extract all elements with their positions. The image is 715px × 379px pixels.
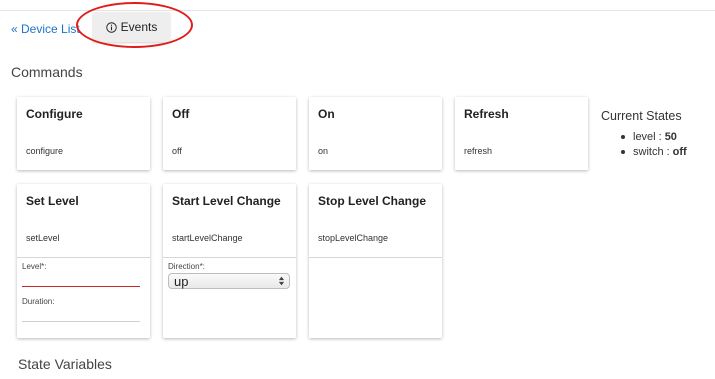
command-card-configure[interactable]: Configure configure [17,97,150,170]
state-separator: : [658,130,662,143]
state-item-level: level : 50 [621,129,687,144]
command-header[interactable]: Off off [163,97,296,170]
command-header[interactable]: Stop Level Change stopLevelChange [309,184,442,257]
up-down-arrows-icon [278,276,285,286]
info-circle-icon [105,21,117,33]
command-method: setLevel [26,233,60,243]
command-params: Level*: Duration: [17,258,150,338]
command-name: Off [172,107,190,121]
command-params: Direction*: up [163,258,296,338]
command-card-set-level: Set Level setLevel Level*: Duration: [17,184,150,338]
duration-field-label: Duration: [22,297,55,306]
command-card-on[interactable]: On on [309,97,442,170]
command-card-stop-level-change: Stop Level Change stopLevelChange [309,184,442,338]
command-header[interactable]: On on [309,97,442,170]
command-name: Start Level Change [172,194,281,208]
state-name: level [633,130,656,143]
direction-select-value: up [174,273,189,289]
current-states-panel: Current States level : 50 switch : off [601,109,687,159]
command-method: configure [26,146,64,156]
command-params [309,258,442,338]
commands-heading: Commands [11,64,83,80]
current-states-title: Current States [601,109,682,123]
command-header[interactable]: Refresh refresh [455,97,588,170]
command-name: On [318,107,335,121]
command-name: Stop Level Change [318,194,427,208]
duration-input[interactable] [22,306,140,322]
command-name: Set Level [26,194,79,208]
command-card-refresh[interactable]: Refresh refresh [455,97,588,170]
command-method: off [172,146,182,156]
command-card-start-level-change: Start Level Change startLevelChange Dire… [163,184,296,338]
command-name: Configure [26,107,83,121]
events-button-label: Events [120,20,158,34]
bullet [621,149,625,154]
command-header[interactable]: Start Level Change startLevelChange [163,184,296,257]
command-name: Refresh [464,107,509,121]
level-field-label: Level*: [22,262,47,271]
direction-field-label: Direction*: [168,262,205,271]
state-name: switch [633,145,664,158]
state-value: 50 [664,130,677,143]
state-item-switch: switch : off [621,144,687,159]
command-header[interactable]: Configure configure [17,97,150,170]
command-method: startLevelChange [172,233,243,243]
command-header[interactable]: Set Level setLevel [17,184,150,257]
command-method: stopLevelChange [318,233,389,243]
bullet [621,134,625,139]
command-card-off[interactable]: Off off [163,97,296,170]
device-list-link[interactable]: « Device List [11,22,80,36]
state-separator: : [666,145,670,158]
level-input[interactable] [22,271,140,287]
state-value: off [672,145,687,158]
command-method: on [318,146,329,156]
state-variables-heading: State Variables [18,356,112,372]
command-method: refresh [464,146,493,156]
events-button[interactable]: Events [93,12,170,42]
direction-select[interactable]: up [168,273,290,289]
top-divider [0,10,715,11]
